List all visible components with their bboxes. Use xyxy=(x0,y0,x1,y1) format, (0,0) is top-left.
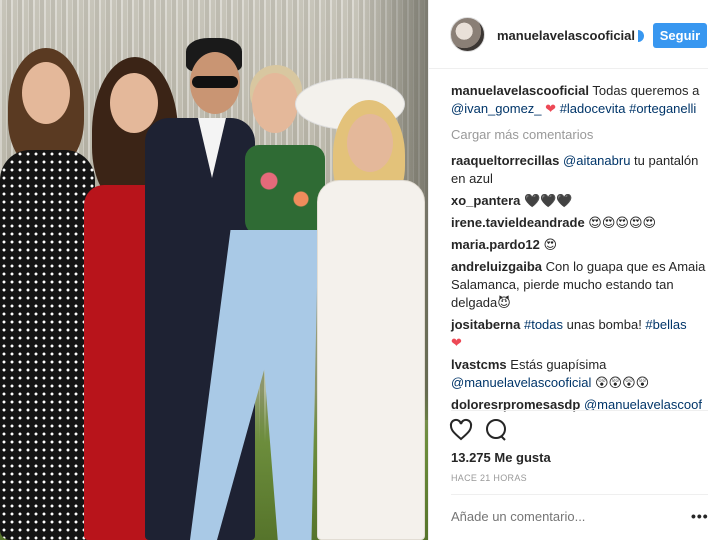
post-timestamp[interactable]: HACE 21 HORAS xyxy=(451,473,527,483)
caption-username[interactable]: manuelavelascooficial xyxy=(451,83,589,98)
divider xyxy=(451,494,708,495)
comment: lvastcms Estás guapísima @manuelavelasco… xyxy=(451,356,707,392)
person-white-suit xyxy=(295,70,428,540)
heart-icon[interactable] xyxy=(449,418,475,444)
comment-username[interactable]: irene.tavieldeandrade xyxy=(451,215,585,230)
more-options-icon[interactable]: ••• xyxy=(691,508,708,524)
comment: maria.pardo12 😍 xyxy=(451,236,707,254)
load-more-comments-link[interactable]: Cargar más comentarios xyxy=(451,126,707,144)
caption-text: Todas queremos a xyxy=(589,83,700,98)
comment: raaqueltorrecillas @aitanabru tu pantaló… xyxy=(451,152,707,188)
comment-text-end: 😲😲😲😲 xyxy=(591,375,650,390)
likes-count[interactable]: 13.275 Me gusta xyxy=(451,450,551,465)
comment-username[interactable]: josita­berna xyxy=(451,317,520,332)
follow-button[interactable]: Seguir xyxy=(653,23,707,48)
post-actions xyxy=(447,418,547,446)
caption-hashtag-orteganelli[interactable]: #orteganelli xyxy=(629,101,696,116)
add-comment-input[interactable] xyxy=(451,507,661,525)
post-caption: manuelavelascooficial Todas queremos a @… xyxy=(451,82,707,118)
heart-emoji: ❤ xyxy=(451,335,462,350)
comment: andreluizgaiba Con lo guapa que es Amaia… xyxy=(451,258,707,312)
comment-text: Estás guapísima xyxy=(506,357,607,372)
post-header: manuelavelascooficial Seguir xyxy=(429,0,708,69)
comment-text: unas bomba! xyxy=(563,317,646,332)
caption-mention[interactable]: @ivan_gomez_ xyxy=(451,101,542,116)
comments-list: manuelavelascooficial Todas queremos a @… xyxy=(451,82,707,418)
comment-username[interactable]: raaqueltorrecillas xyxy=(451,153,559,168)
comment: irene.tavieldeandrade 😍😍😍😍😍 xyxy=(451,214,707,232)
username-text[interactable]: manuelavelascooficial xyxy=(497,28,635,43)
verified-badge-icon xyxy=(638,30,645,42)
comment-mention[interactable]: @aitanabru xyxy=(563,153,630,168)
comment-text: 😍😍😍😍😍 xyxy=(588,215,657,230)
comment-icon[interactable] xyxy=(484,418,510,444)
comment: josita­berna #todas unas bomba! #bellas … xyxy=(451,316,707,352)
comment: xo_pantera 🖤🖤🖤 xyxy=(451,192,707,210)
caption-hashtag-ladocevita[interactable]: #ladocevita xyxy=(560,101,626,116)
avatar[interactable] xyxy=(450,17,485,52)
comment: doloresrpromesasdp @manuelavelascoof xyxy=(451,396,707,414)
divider xyxy=(451,410,708,411)
heart-emoji: ❤ xyxy=(545,101,557,116)
comment-username[interactable]: maria.pardo12 xyxy=(451,237,540,252)
comment-mention[interactable]: @manuelavelascooficial xyxy=(451,375,591,390)
post-sidebar: manuelavelascooficial Seguir manuelavela… xyxy=(428,0,708,540)
comment-hashtag-todas[interactable]: #todas xyxy=(524,317,563,332)
comment-username[interactable]: andreluizgaiba xyxy=(451,259,542,274)
comment-username[interactable]: xo_pantera xyxy=(451,193,520,208)
comment-text: 😍 xyxy=(543,237,558,252)
header-username[interactable]: manuelavelascooficial xyxy=(497,28,645,43)
comment-hashtag-bellas[interactable]: #bellas xyxy=(645,317,686,332)
comment-text: 🖤🖤🖤 xyxy=(524,193,573,208)
post-photo[interactable] xyxy=(0,0,428,540)
comment-username[interactable]: lvastcms xyxy=(451,357,507,372)
